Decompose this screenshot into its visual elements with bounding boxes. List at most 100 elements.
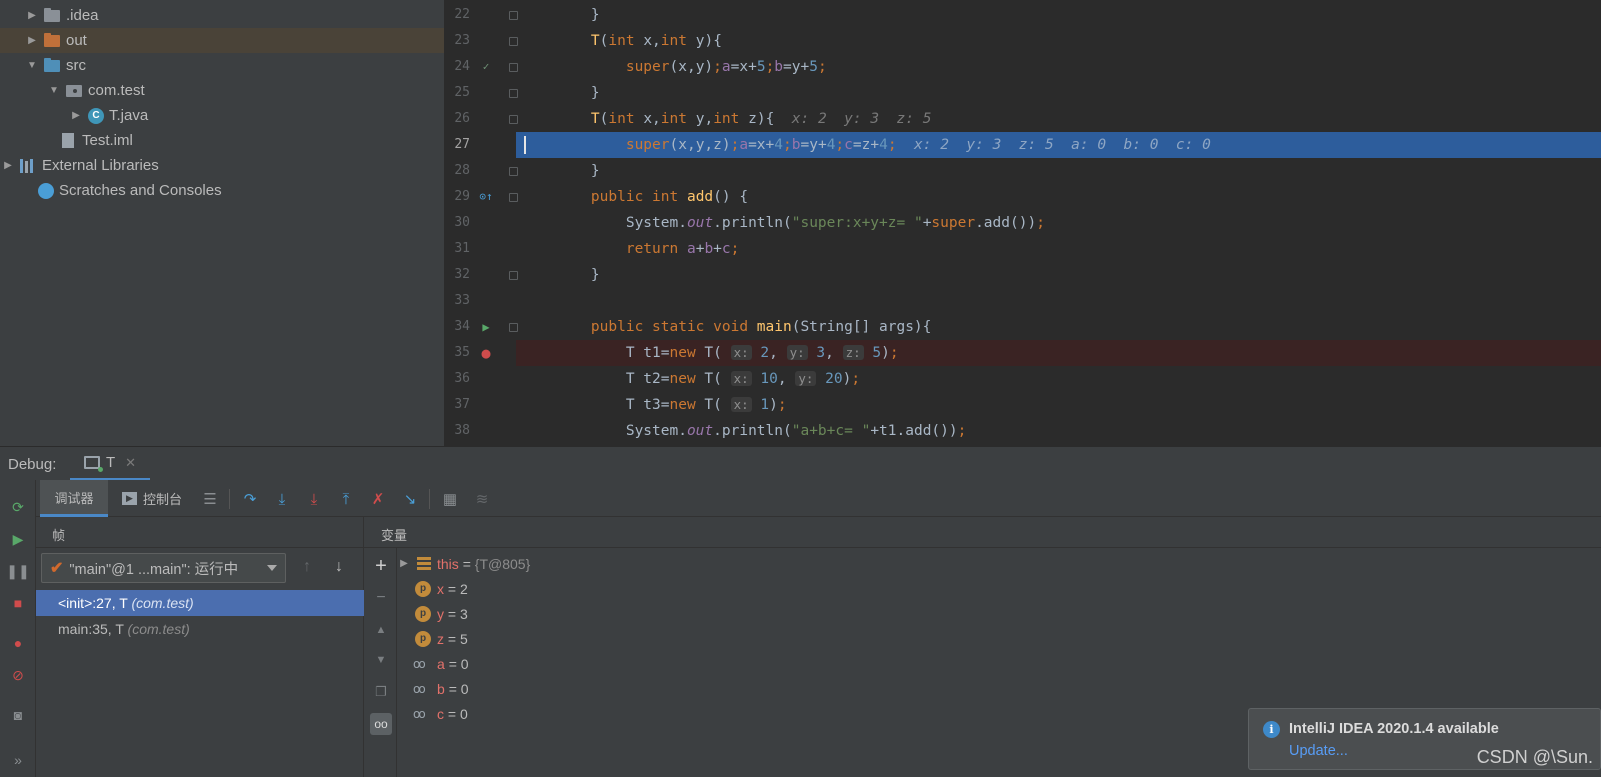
gutter-line: 28 bbox=[444, 158, 518, 184]
tree-item-scratches[interactable]: Scratches and Consoles bbox=[0, 178, 444, 203]
source-folder-icon bbox=[44, 58, 61, 73]
thread-label: "main"@1 ...main": 运行中 bbox=[69, 561, 239, 578]
arrow-up-icon[interactable]: ↑ bbox=[297, 557, 317, 577]
frame-row[interactable]: <init>:27, T (com.test) bbox=[36, 590, 364, 616]
rerun-icon[interactable]: ⟳ bbox=[8, 497, 28, 517]
variable-row-b[interactable]: oo b = 0 bbox=[413, 676, 469, 701]
code-line[interactable]: public static void main(String[] args){ bbox=[516, 314, 1601, 340]
frame-row[interactable]: main:35, T (com.test) bbox=[36, 616, 364, 642]
code-line[interactable]: System.out.println("a+b+c= "+t1.add()); bbox=[516, 418, 1601, 444]
code-line[interactable]: return a+b+c; bbox=[516, 236, 1601, 262]
code-line[interactable]: public int add() { bbox=[516, 184, 1601, 210]
tree-item-src[interactable]: ▼ src bbox=[0, 53, 444, 78]
expand-arrow-icon[interactable]: ▶ bbox=[26, 10, 38, 21]
tree-item-label: out bbox=[66, 32, 87, 49]
tab-console[interactable]: ▶ 控制台 bbox=[122, 480, 182, 517]
notification-title: IntelliJ IDEA 2020.1.4 available bbox=[1289, 721, 1499, 737]
camera-icon[interactable]: ◙ bbox=[8, 705, 28, 725]
code-line[interactable]: T t2=new T( x: 10, y: 20); bbox=[516, 366, 1601, 392]
code-line[interactable]: } bbox=[516, 80, 1601, 106]
tree-item-external-libraries[interactable]: ▶ External Libraries bbox=[0, 153, 444, 178]
tab-label: 调试器 bbox=[54, 490, 94, 506]
move-down-icon[interactable]: ▼ bbox=[370, 649, 392, 671]
code-line[interactable]: T(int x,int y,int z){ x: 2 y: 3 z: 5 bbox=[516, 106, 1601, 132]
view-breakpoints-icon[interactable]: ● bbox=[8, 633, 28, 653]
override-method-icon[interactable]: ⊙↑ bbox=[478, 184, 494, 210]
tab-debugger[interactable]: 调试器 bbox=[40, 480, 108, 517]
expand-arrow-icon[interactable]: ▶ bbox=[70, 110, 82, 121]
variable-row-z[interactable]: p z = 5 bbox=[415, 626, 468, 651]
menu-icon[interactable]: ☰ bbox=[199, 488, 221, 510]
variable-row-c[interactable]: oo c = 0 bbox=[413, 701, 468, 726]
show-watches-icon[interactable]: oo bbox=[370, 713, 392, 735]
watch-glasses-icon: oo bbox=[413, 706, 426, 721]
code-line[interactable]: T t3=new T( x: 1); bbox=[516, 392, 1601, 418]
breakpoint-line[interactable]: T t1=new T( x: 2, y: 3, z: 5); bbox=[516, 340, 1601, 366]
variable-name: a bbox=[437, 655, 445, 672]
collapse-arrow-icon[interactable]: ▼ bbox=[48, 85, 60, 96]
code-line[interactable]: } bbox=[516, 158, 1601, 184]
code-line[interactable]: super(x,y);a=x+5;b=y+5; bbox=[516, 54, 1601, 80]
collapse-arrow-icon[interactable]: ▼ bbox=[26, 60, 38, 71]
step-out-icon[interactable]: ⤒ bbox=[335, 488, 357, 510]
variables-header: 变量 bbox=[364, 517, 1601, 548]
frame-method: main:35, T bbox=[58, 621, 124, 637]
gutter-line: 24 ✓ bbox=[444, 54, 518, 80]
line-number: 32 bbox=[454, 267, 470, 282]
tree-item-t-java[interactable]: ▶ C T.java bbox=[0, 103, 444, 128]
remove-watch-icon[interactable]: − bbox=[370, 587, 392, 609]
copy-icon[interactable]: ❐ bbox=[370, 681, 392, 703]
gutter-line: 27 bbox=[444, 132, 514, 158]
add-watch-icon[interactable]: + bbox=[370, 555, 392, 577]
evaluate-expression-icon[interactable]: ▦ bbox=[439, 488, 461, 510]
line-number: 31 bbox=[454, 241, 470, 256]
tree-item-idea[interactable]: ▶ .idea bbox=[0, 3, 444, 28]
step-over-icon[interactable]: ↷ bbox=[239, 488, 261, 510]
expand-arrow-icon[interactable]: ▶ bbox=[26, 35, 38, 46]
variable-row-a[interactable]: oo a = 0 bbox=[413, 651, 469, 676]
code-editor[interactable]: 22 23 24 ✓ 25 26 27 28 29 ⊙↑ 30 31 32 33 3… bbox=[444, 0, 1601, 446]
code-line[interactable]: } bbox=[516, 2, 1601, 28]
code-line[interactable]: System.out.println("super:x+y+z= "+super… bbox=[516, 210, 1601, 236]
line-number: 35 bbox=[454, 345, 470, 360]
tree-item-test-iml[interactable]: Test.iml bbox=[0, 128, 444, 153]
checkmark-icon: ✓ bbox=[482, 60, 490, 73]
variable-row-this[interactable]: ▶ this = {T@805} bbox=[397, 551, 530, 576]
code-line[interactable]: T(int x,int y){ bbox=[516, 28, 1601, 54]
trace-stream-icon[interactable]: ≋ bbox=[471, 488, 493, 510]
parameter-icon: p bbox=[415, 580, 431, 597]
stop-icon[interactable]: ■ bbox=[8, 593, 28, 613]
force-step-into-icon[interactable]: ⤓ bbox=[303, 488, 325, 510]
drop-frame-icon[interactable]: ✗ bbox=[367, 488, 389, 510]
expand-arrow-icon[interactable]: ▶ bbox=[2, 160, 14, 171]
close-icon[interactable]: ✕ bbox=[125, 455, 136, 471]
tree-item-out[interactable]: ▶ out bbox=[0, 28, 444, 53]
step-into-icon[interactable]: ⤓ bbox=[271, 488, 293, 510]
line-number: 36 bbox=[454, 371, 470, 386]
variable-value: 0 bbox=[460, 655, 469, 672]
variables-toolbar: + − ▲ ▼ ❐ oo bbox=[364, 548, 397, 777]
tree-item-label: src bbox=[66, 57, 86, 74]
run-icon[interactable]: ▶ bbox=[478, 314, 494, 340]
gutter-line: 37 bbox=[444, 392, 514, 418]
thread-selector[interactable]: ✔ "main"@1 ...main": 运行中 bbox=[41, 553, 286, 583]
variable-row-x[interactable]: p x = 2 bbox=[415, 576, 468, 601]
debug-session-tab[interactable]: T ✕ bbox=[70, 447, 150, 481]
move-up-icon[interactable]: ▲ bbox=[370, 619, 392, 641]
mute-breakpoints-icon[interactable]: ⊘ bbox=[8, 665, 28, 685]
run-to-cursor-icon[interactable]: ↘ bbox=[399, 488, 421, 510]
current-execution-line[interactable]: super(x,y,z);a=x+4;b=y+4;c=z+4; x: 2 y: … bbox=[516, 132, 1601, 158]
breakpoint-icon[interactable]: ● bbox=[478, 340, 494, 366]
arrow-down-icon[interactable]: ↓ bbox=[329, 557, 349, 577]
more-icon[interactable]: » bbox=[8, 750, 28, 770]
update-link[interactable]: Update... bbox=[1289, 743, 1348, 759]
code-line[interactable]: } bbox=[516, 262, 1601, 288]
line-number: 22 bbox=[454, 7, 470, 22]
expand-arrow-icon[interactable]: ▶ bbox=[397, 558, 411, 569]
gutter-line: 25 bbox=[444, 80, 518, 106]
pause-icon[interactable]: ❚❚ bbox=[6, 561, 29, 581]
code-line[interactable] bbox=[516, 288, 1601, 314]
variable-row-y[interactable]: p y = 3 bbox=[415, 601, 468, 626]
resume-icon[interactable]: ▶ bbox=[8, 529, 28, 549]
tree-item-com-test[interactable]: ▼ com.test bbox=[0, 78, 444, 103]
